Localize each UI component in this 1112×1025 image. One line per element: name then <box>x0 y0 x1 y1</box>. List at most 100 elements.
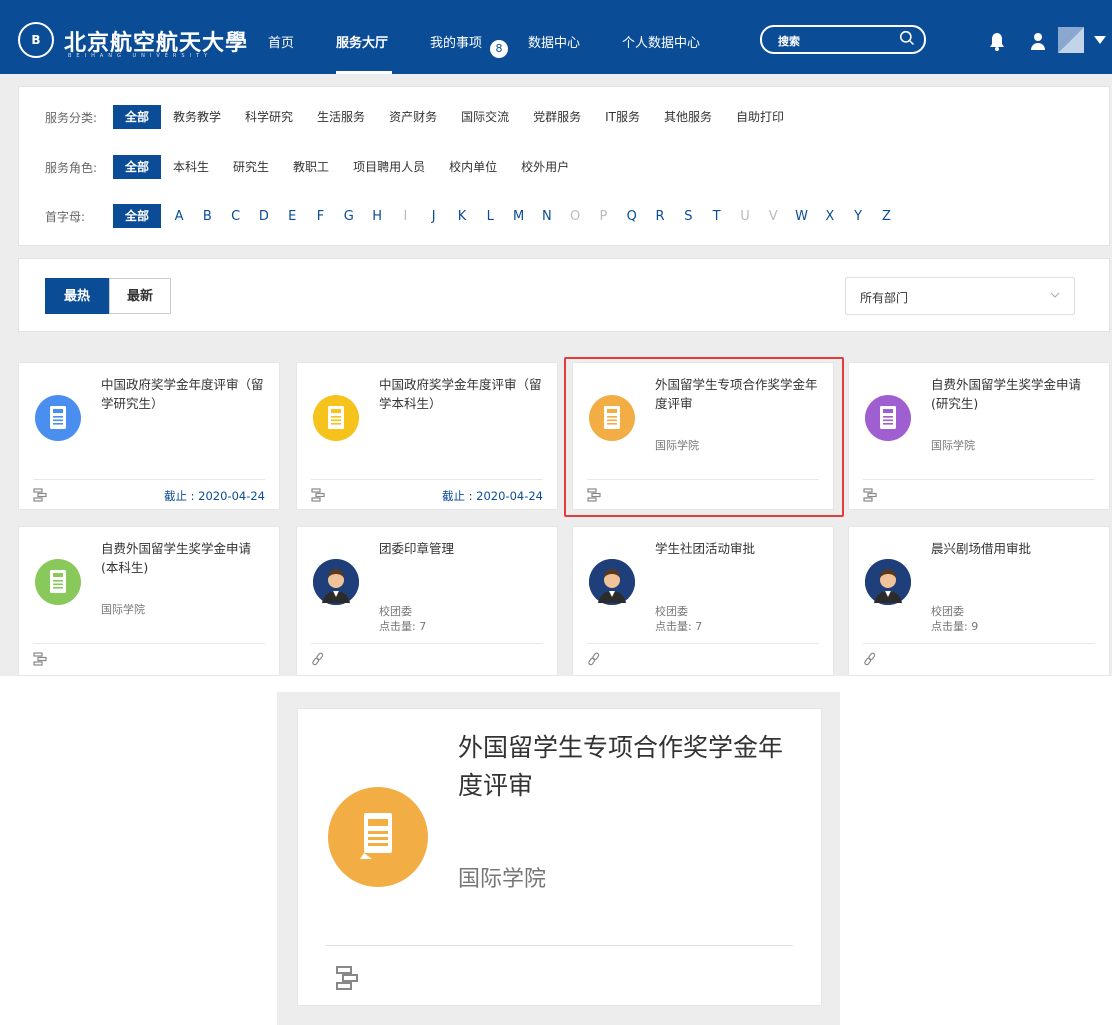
workflow-icon <box>33 651 47 666</box>
divider <box>33 479 265 480</box>
zoomed-card-panel: 外国留学生专项合作奖学金年度评审 国际学院 <box>277 692 840 1025</box>
letter-s[interactable]: S <box>678 209 698 224</box>
letter-v: V <box>768 208 778 224</box>
chevron-down-icon <box>1050 292 1060 298</box>
service-card[interactable]: 自费外国留学生奖学金申请(研究生) 国际学院 <box>848 362 1110 510</box>
person-avatar-icon <box>313 559 359 605</box>
department-select[interactable]: 所有部门 <box>845 277 1075 315</box>
nav-home[interactable]: 首页 <box>268 32 294 51</box>
letter-t[interactable]: T <box>707 209 727 224</box>
category-item[interactable]: 资产财务 <box>377 105 449 129</box>
search-box[interactable]: 搜索 <box>760 25 926 54</box>
category-item[interactable]: 科学研究 <box>233 105 305 129</box>
highlight-box <box>564 357 844 517</box>
letter-r[interactable]: R <box>650 209 670 224</box>
my-items-count-badge: 8 <box>490 40 508 58</box>
top-nav: B 北京航空航天大學 BEIHANG UNIVERSITY 首页 服务大厅 我的… <box>0 0 1112 74</box>
letter-l[interactable]: L <box>480 209 500 224</box>
letter-all[interactable]: 全部 <box>113 204 162 228</box>
service-card[interactable]: 团委印章管理 校团委 点击量: 7 <box>296 526 558 676</box>
letter-a[interactable]: A <box>169 209 189 224</box>
document-icon <box>313 395 359 441</box>
card-title: 学生社团活动审批 <box>655 541 756 556</box>
category-item[interactable]: 其他服务 <box>652 105 724 129</box>
card-click-count: 点击量: 7 <box>655 620 703 633</box>
person-avatar-icon <box>865 559 911 605</box>
card-department: 校团委 <box>655 605 688 618</box>
category-item[interactable]: 党群服务 <box>521 105 593 129</box>
category-item[interactable]: IT服务 <box>593 105 652 129</box>
zoomed-card-department: 国际学院 <box>458 867 547 892</box>
letter-d[interactable]: D <box>254 209 274 224</box>
service-card[interactable]: 晨兴剧场借用审批 校团委 点击量: 9 <box>848 526 1110 676</box>
user-avatar[interactable] <box>1058 27 1084 53</box>
category-item[interactable]: 生活服务 <box>305 105 377 129</box>
card-title: 中国政府奖学金年度评审（留学研究生） <box>101 377 264 411</box>
nav-service-hall[interactable]: 服务大厅 <box>336 32 388 51</box>
notification-bell-icon[interactable] <box>988 30 1006 52</box>
filter-panel: 服务分类: 全部 教务教学 科学研究 生活服务 资产财务 国际交流 党群服务 I… <box>18 86 1110 246</box>
role-item[interactable]: 研究生 <box>221 155 281 179</box>
workflow-icon <box>863 487 877 502</box>
letter-z[interactable]: Z <box>876 209 896 224</box>
card-title: 晨兴剧场借用审批 <box>931 541 1032 556</box>
card-title: 团委印章管理 <box>379 541 455 556</box>
nav-personal-data-center[interactable]: 个人数据中心 <box>622 32 700 51</box>
letter-n[interactable]: N <box>537 209 557 224</box>
university-seal-icon[interactable]: B <box>18 22 54 58</box>
document-icon <box>35 395 81 441</box>
role-all[interactable]: 全部 <box>113 155 162 179</box>
search-input[interactable]: 搜索 <box>778 33 800 49</box>
divider <box>311 643 543 644</box>
letter-y[interactable]: Y <box>848 209 868 224</box>
letter-h[interactable]: H <box>367 209 387 224</box>
role-item[interactable]: 教职工 <box>281 155 341 179</box>
service-card[interactable]: 自费外国留学生奖学金申请(本科生) 国际学院 <box>18 526 280 676</box>
nav-data-center[interactable]: 数据中心 <box>528 32 580 51</box>
zoomed-service-card[interactable]: 外国留学生专项合作奖学金年度评审 国际学院 <box>297 708 822 1006</box>
document-icon <box>865 395 911 441</box>
category-item[interactable]: 国际交流 <box>449 105 521 129</box>
workflow-icon <box>311 487 325 502</box>
user-menu-caret-icon[interactable] <box>1094 36 1106 44</box>
sort-new-button[interactable]: 最新 <box>109 278 171 314</box>
category-item[interactable]: 教务教学 <box>161 105 233 129</box>
role-item[interactable]: 校内单位 <box>437 155 509 179</box>
role-label: 服务角色: <box>45 160 98 175</box>
letter-m[interactable]: M <box>509 209 529 224</box>
search-icon[interactable] <box>899 30 916 47</box>
link-icon <box>587 651 601 666</box>
letter-g[interactable]: G <box>339 209 359 224</box>
letter-f[interactable]: F <box>311 209 331 224</box>
card-department: 校团委 <box>379 605 412 618</box>
document-icon <box>35 559 81 605</box>
letter-j[interactable]: J <box>424 209 444 224</box>
role-item[interactable]: 校外用户 <box>509 155 581 179</box>
letter-x[interactable]: X <box>820 209 840 224</box>
letter-c[interactable]: C <box>226 209 246 224</box>
letter-b[interactable]: B <box>197 209 217 224</box>
letter-q[interactable]: Q <box>622 209 642 224</box>
link-icon <box>311 651 325 666</box>
card-department: 国际学院 <box>101 603 145 616</box>
divider <box>587 643 819 644</box>
category-item[interactable]: 自助打印 <box>724 105 796 129</box>
role-item[interactable]: 项目聘用人员 <box>341 155 437 179</box>
letter-p: P <box>599 208 608 224</box>
letter-w[interactable]: W <box>792 209 812 224</box>
screenshot-panel: B 北京航空航天大學 BEIHANG UNIVERSITY 首页 服务大厅 我的… <box>0 0 1112 676</box>
role-item[interactable]: 本科生 <box>161 155 221 179</box>
user-icon[interactable] <box>1030 31 1046 51</box>
nav-my-items[interactable]: 我的事项 <box>430 32 482 51</box>
service-card[interactable]: 中国政府奖学金年度评审（留学研究生） 截止 : 2020-04-24 <box>18 362 280 510</box>
card-deadline: 截止 : 2020-04-24 <box>163 489 265 503</box>
category-all[interactable]: 全部 <box>113 105 162 129</box>
document-icon <box>328 787 428 887</box>
sort-hot-button[interactable]: 最热 <box>45 278 109 314</box>
service-card[interactable]: 学生社团活动审批 校团委点击量: 7 <box>572 526 834 676</box>
letter-e[interactable]: E <box>282 209 302 224</box>
letter-k[interactable]: K <box>452 209 472 224</box>
service-card[interactable]: 中国政府奖学金年度评审（留学本科生） 截止 : 2020-04-24 <box>296 362 558 510</box>
divider <box>311 479 543 480</box>
letter-o: O <box>570 208 581 224</box>
